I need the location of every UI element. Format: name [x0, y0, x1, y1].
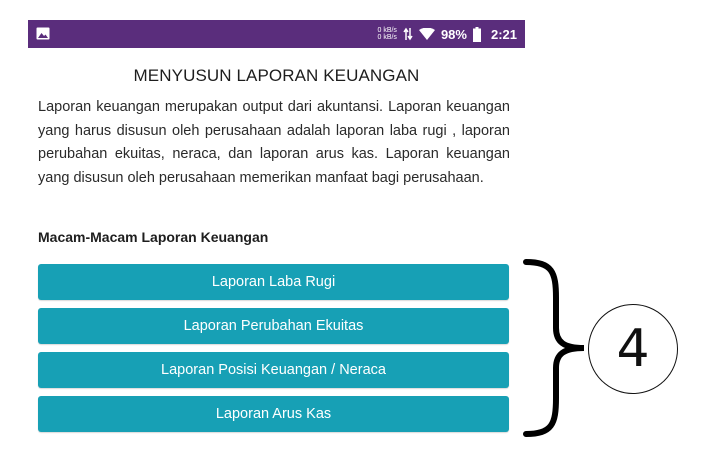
image-icon: [36, 27, 50, 40]
count-annotation: 4: [588, 304, 678, 394]
battery-icon: [472, 26, 481, 42]
clock-time: 2:21: [490, 26, 517, 42]
arus-kas-button[interactable]: Laporan Arus Kas: [38, 396, 509, 432]
status-bar: 0 kB/s 0 kB/s 98% 2:21: [28, 20, 525, 48]
page-title: MENYUSUN LAPORAN KEUANGAN: [133, 66, 420, 85]
laba-rugi-button[interactable]: Laporan Laba Rugi: [38, 264, 509, 300]
perubahan-ekuitas-button[interactable]: Laporan Perubahan Ekuitas: [38, 308, 509, 344]
posisi-keuangan-button[interactable]: Laporan Posisi Keuangan / Neraca: [38, 352, 509, 388]
battery-percent: 98%: [440, 26, 467, 42]
network-speed: 0 kB/s 0 kB/s: [377, 27, 396, 41]
intro-paragraph: Laporan keuangan merupakan output dari a…: [38, 99, 510, 186]
data-arrows-icon: [403, 27, 413, 41]
count-number: 4: [616, 319, 650, 379]
section-heading: Macam-Macam Laporan Keuangan: [38, 229, 269, 245]
speed-up-text: 0 kB/s: [377, 27, 397, 34]
wifi-icon: [418, 28, 435, 40]
speed-down-text: 0 kB/s: [377, 34, 397, 41]
curly-brace-icon: [523, 259, 585, 437]
